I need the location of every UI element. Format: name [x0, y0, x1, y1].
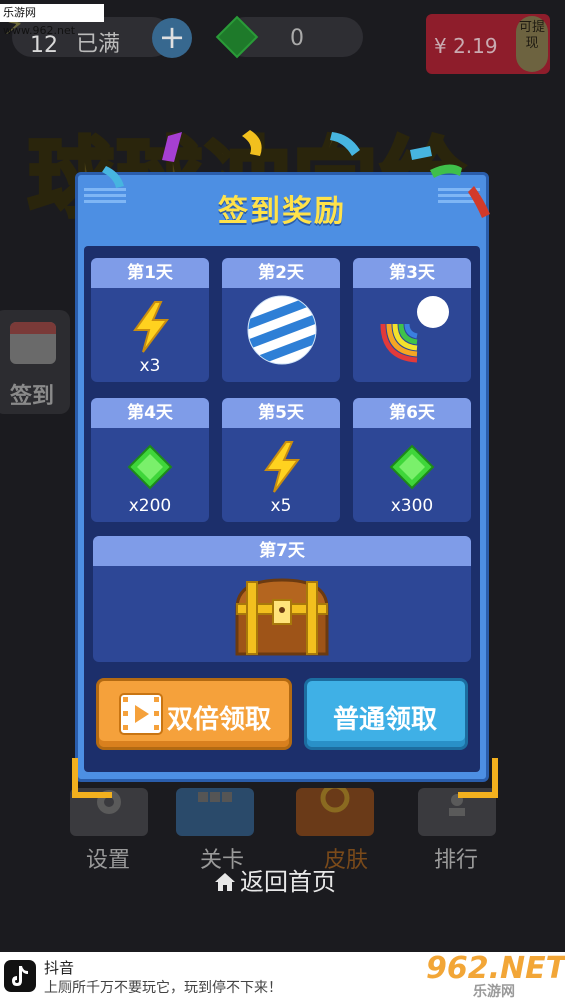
skin-icon [320, 783, 350, 813]
day-card-6[interactable]: 第6天 x300 [353, 398, 471, 522]
day-label: 第7天 [93, 536, 471, 566]
douyin-logo-icon [4, 960, 36, 992]
double-claim-label: 双倍领取 [167, 705, 272, 735]
corner-decor-br [458, 758, 498, 798]
day-label: 第1天 [91, 258, 209, 288]
menu-label-settings: 设置 [85, 848, 130, 873]
cash-amount: ¥ 2.19 [434, 34, 498, 58]
energy-status: 已满 [76, 32, 121, 57]
back-home-label: 返回首页 [240, 868, 336, 896]
levels-tile[interactable] [176, 788, 254, 836]
ad-slogan: 上厕所千万不要玩它，玩到停不下来！ [44, 980, 282, 996]
withdraw-tag[interactable]: 可提现 [516, 16, 548, 72]
green-gem-icon [389, 444, 435, 490]
day-label: 第6天 [353, 398, 471, 428]
day-card-7[interactable]: 第7天 [93, 536, 471, 662]
lightning-icon [264, 441, 300, 493]
lightning-icon [133, 301, 169, 353]
green-gem-icon [127, 444, 173, 490]
skin-tile[interactable] [296, 783, 374, 836]
reward-quantity: x300 [390, 496, 434, 516]
striped-ball-icon [247, 295, 317, 365]
confetti-decoration [102, 130, 490, 218]
day-label: 第2天 [222, 258, 340, 288]
normal-claim-label: 普通领取 [333, 705, 438, 735]
corner-decor-bl [72, 758, 112, 798]
rainbow-comet-icon [380, 296, 449, 363]
normal-claim-button[interactable]: 普通领取 [304, 678, 468, 750]
levels-icon [198, 792, 232, 802]
reward-quantity: x5 [270, 496, 292, 516]
ad-app-name: 抖音 [44, 959, 75, 977]
day-card-3[interactable]: 第3天 [353, 258, 471, 382]
menu-label-ranking: 排行 [433, 848, 478, 873]
home-icon [215, 873, 235, 891]
day-card-4[interactable]: 第4天 x200 [91, 398, 209, 522]
sign-in-label: 签到 [10, 384, 55, 409]
watermark-brand: 962.NET [426, 951, 565, 986]
add-energy-button[interactable]: + [152, 18, 192, 58]
watermark-sub: 乐游网 [473, 984, 515, 1000]
plus-icon: + [158, 18, 186, 56]
day-card-1[interactable]: 第1天 x3 [91, 258, 209, 382]
gem-count: 0 [290, 26, 304, 51]
calendar-icon [10, 322, 56, 364]
treasure-chest-icon [235, 578, 329, 656]
site-watermark-bottom: 962.NET 乐游网 [426, 951, 565, 1002]
day-label: 第3天 [353, 258, 471, 288]
back-home-link[interactable]: 返回首页 [214, 862, 336, 897]
day-label: 第5天 [222, 398, 340, 428]
day-card-2[interactable]: 第2天 [222, 258, 340, 382]
double-claim-button[interactable]: 双倍领取 [96, 678, 292, 750]
day-label: 第4天 [91, 398, 209, 428]
site-watermark: 乐游网 www.962.net [0, 4, 104, 37]
video-icon [119, 693, 163, 735]
reward-quantity: x3 [139, 356, 161, 376]
reward-quantity: x200 [128, 496, 172, 516]
day-card-5[interactable]: 第5天 x5 [222, 398, 340, 522]
